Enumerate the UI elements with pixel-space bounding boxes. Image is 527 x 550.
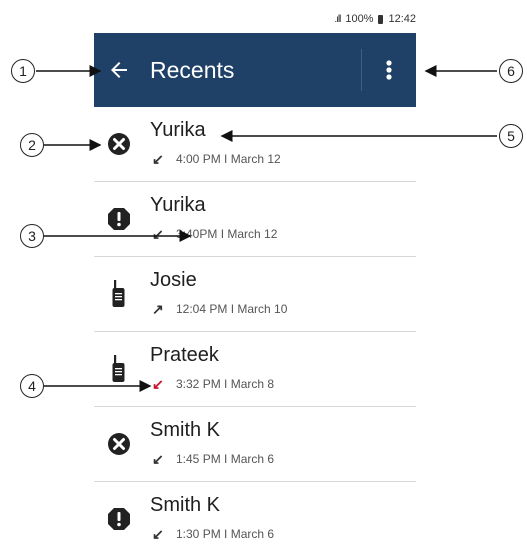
call-time: 1:30 PM I March 6: [176, 527, 275, 541]
call-details: ↙ 4:00 PM I March 12: [152, 152, 281, 166]
list-item[interactable]: Yurika ↙ 3:40PM I March 12: [94, 182, 416, 257]
call-details: ↙ 3:40PM I March 12: [152, 227, 277, 241]
contact-name: Smith K: [150, 419, 221, 441]
more-vertical-icon: [386, 60, 392, 80]
callout-6: 6: [499, 59, 523, 83]
incoming-call-icon: ↙: [152, 151, 164, 167]
call-time: 3:32 PM I March 8: [176, 377, 275, 391]
callout-4: 4: [20, 374, 44, 398]
list-item[interactable]: Yurika ↙ 4:00 PM I March 12: [94, 107, 416, 182]
radio-device-icon: [106, 280, 132, 307]
missed-x-icon: [106, 131, 132, 157]
missed-call-icon: ↙: [152, 376, 164, 392]
call-time: 3:40PM I March 12: [176, 227, 278, 241]
list-item[interactable]: Smith K ↙ 1:30 PM I March 6: [94, 482, 416, 550]
list-item[interactable]: Prateek ↙ 3:32 PM I March 8: [94, 332, 416, 407]
missed-x-icon: [106, 431, 132, 457]
contact-name: Prateek: [150, 344, 219, 366]
app-bar: Recents: [94, 33, 416, 107]
call-details: ↙ 3:32 PM I March 8: [152, 377, 274, 391]
signal-icon: .ıll: [334, 13, 341, 25]
back-button[interactable]: [94, 33, 144, 107]
list-item[interactable]: Smith K ↙ 1:45 PM I March 6: [94, 407, 416, 482]
call-details: ↙ 1:30 PM I March 6: [152, 527, 274, 541]
alert-exclamation-icon: [106, 206, 132, 232]
contact-name: Yurika: [150, 119, 206, 141]
callout-5: 5: [499, 124, 523, 148]
radio-device-icon: [106, 355, 132, 382]
callout-3: 3: [20, 224, 44, 248]
callout-1: 1: [11, 59, 35, 83]
alert-exclamation-icon: [106, 506, 132, 532]
status-bar: .ıll 100% 12:42: [94, 8, 416, 30]
outgoing-call-icon: ↗: [152, 301, 164, 317]
battery-icon: [378, 14, 384, 24]
contact-name: Smith K: [150, 494, 221, 516]
contact-name: Josie: [150, 269, 197, 291]
call-details: ↗ 12:04 PM I March 10: [152, 302, 287, 316]
list-item[interactable]: Josie ↗ 12:04 PM I March 10: [94, 257, 416, 332]
arrow-left-icon: [111, 62, 127, 78]
page-title: Recents: [150, 56, 235, 83]
incoming-call-icon: ↙: [152, 451, 164, 467]
call-details: ↙ 1:45 PM I March 6: [152, 452, 274, 466]
overflow-menu-button[interactable]: [362, 33, 416, 107]
call-time: 12:04 PM I March 10: [176, 302, 288, 316]
recents-list: Yurika ↙ 4:00 PM I March 12 Yurika ↙ 3:40PM I…: [94, 107, 416, 550]
contact-name: Yurika: [150, 194, 206, 216]
status-time: 12:42: [388, 13, 416, 25]
incoming-call-icon: ↙: [152, 526, 164, 542]
call-time: 4:00 PM I March 12: [176, 152, 281, 166]
call-time: 1:45 PM I March 6: [176, 452, 275, 466]
battery-percent: 100%: [345, 13, 374, 25]
callout-2: 2: [20, 133, 44, 157]
incoming-outgoing-icon: ↙: [152, 226, 164, 242]
